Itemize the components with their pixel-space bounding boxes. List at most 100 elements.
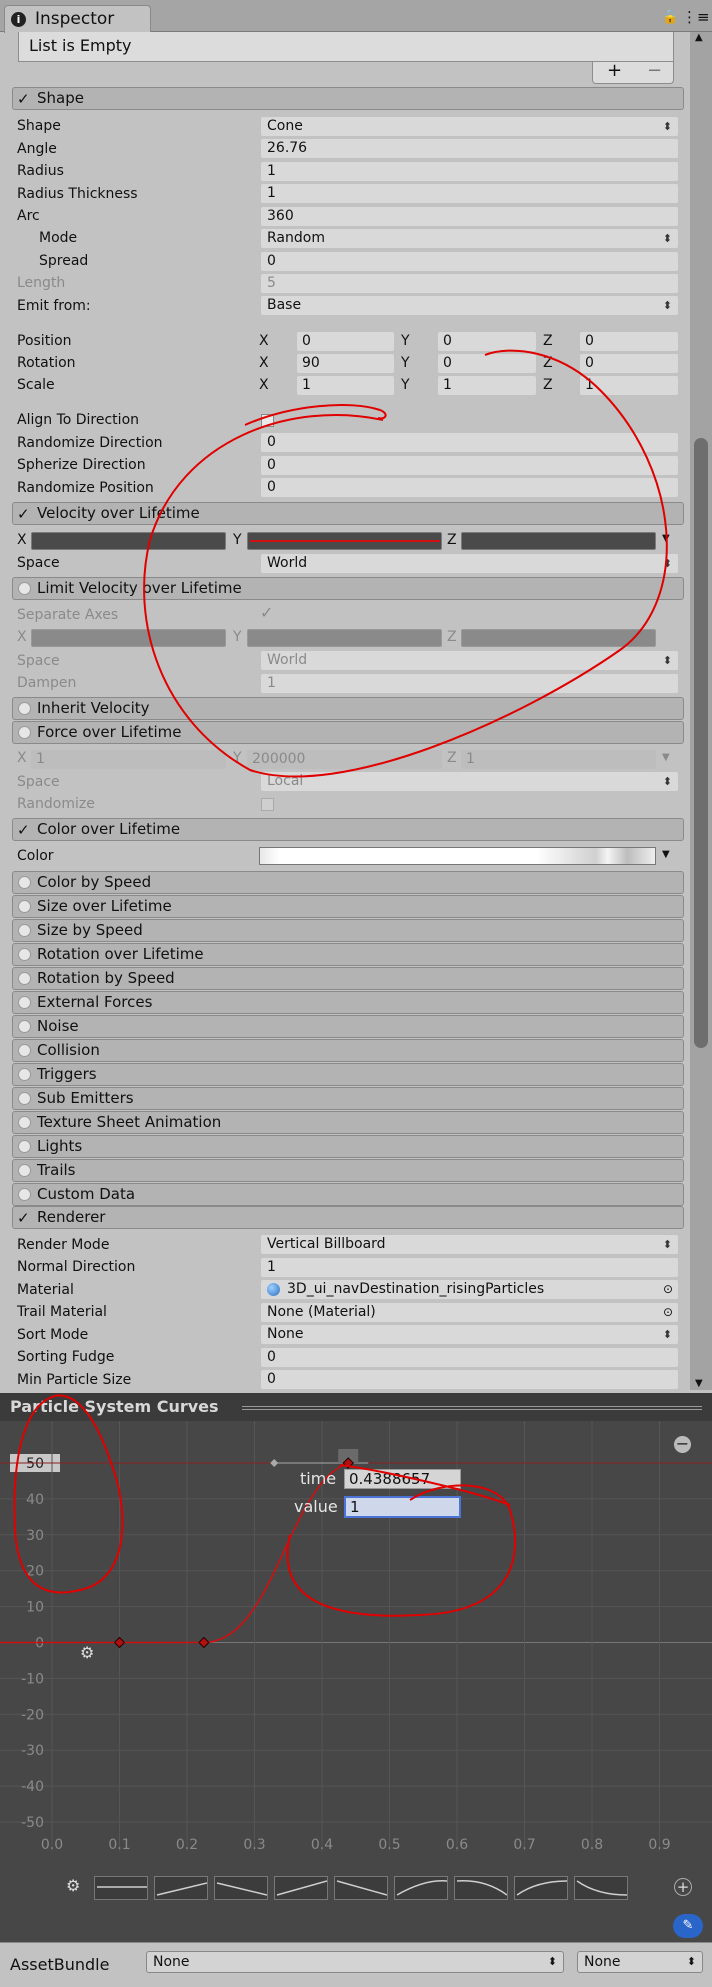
scroll-up-icon[interactable]: ▲ [695,32,703,43]
velocity-x-curve[interactable] [31,532,226,550]
check-icon[interactable]: ✓ [17,1208,30,1229]
position-z-field[interactable]: 0 [580,332,678,351]
lock-icon[interactable]: 🔒 [662,10,678,25]
color-gradient-field[interactable] [259,847,656,865]
remove-button[interactable]: − [647,62,662,80]
object-picker-icon[interactable]: ⊙ [663,1280,673,1299]
toggle-icon[interactable] [18,726,31,739]
toggle-icon[interactable] [18,1092,31,1105]
check-icon[interactable]: ✓ [17,89,30,110]
module-header-shape[interactable]: ✓ Shape [12,87,684,110]
randomize-direction-field[interactable]: 0 [261,433,678,452]
module-header[interactable]: Triggers [12,1063,684,1086]
toggle-icon[interactable] [18,702,31,715]
chevron-down-icon[interactable]: ▼ [662,849,670,860]
gear-icon[interactable]: ⚙ [80,1643,94,1662]
module-header[interactable]: External Forces [12,991,684,1014]
asset-bundle-dropdown[interactable]: None ⬍ [146,1951,564,1973]
velocity-y-curve[interactable] [247,532,442,550]
module-header-inherit-velocity[interactable]: Inherit Velocity [12,697,684,720]
rotation-z-field[interactable]: 0 [580,354,678,373]
module-header-color-over-lifetime[interactable]: ✓ Color over Lifetime [12,818,684,841]
curve-preset-button[interactable] [274,1876,328,1900]
module-header[interactable]: Size over Lifetime [12,895,684,918]
sort-mode-dropdown[interactable]: None [261,1325,678,1344]
curve-preset-button[interactable] [334,1876,388,1900]
emit-from-dropdown[interactable]: Base [261,296,678,315]
min-particle-size-field[interactable]: 0 [261,1370,678,1389]
scrollbar-thumb[interactable] [694,438,708,1048]
preset-gear-icon[interactable]: ⚙ [66,1876,80,1895]
check-icon[interactable]: ✓ [17,820,30,841]
toggle-icon[interactable] [18,1116,31,1129]
toggle-icon[interactable] [18,1188,31,1201]
curve-preset-button[interactable] [94,1876,148,1900]
mode-dropdown[interactable]: Random [261,229,678,248]
check-icon[interactable]: ✓ [17,504,30,525]
spherize-direction-field[interactable]: 0 [261,456,678,475]
module-header-velocity-over-lifetime[interactable]: ✓ Velocity over Lifetime [12,502,684,525]
material-field[interactable]: 3D_ui_navDestination_risingParticles ⊙ [261,1280,678,1299]
asset-label-icon[interactable]: ✎ [673,1914,703,1938]
velocity-space-dropdown[interactable]: World [261,554,678,573]
angle-field[interactable]: 26.76 [261,139,678,158]
toggle-icon[interactable] [18,900,31,913]
module-header[interactable]: Rotation over Lifetime [12,943,684,966]
scale-z-field[interactable]: 1 [580,376,678,395]
radius-thickness-field[interactable]: 1 [261,184,678,203]
align-to-direction-checkbox[interactable] [261,414,274,427]
curve-preset-button[interactable] [214,1876,268,1900]
module-header[interactable]: Trails [12,1159,684,1182]
curve-preset-button[interactable] [394,1876,448,1900]
add-button[interactable]: + [607,62,622,80]
asset-variant-dropdown[interactable]: None ⬍ [577,1951,703,1973]
module-header[interactable]: Size by Speed [12,919,684,942]
toggle-icon[interactable] [18,1164,31,1177]
module-header-renderer[interactable]: ✓ Renderer [12,1206,684,1229]
scale-x-field[interactable]: 1 [297,376,394,395]
toggle-icon[interactable] [18,996,31,1009]
drag-handle-lines[interactable] [242,1406,702,1410]
shape-dropdown[interactable]: Cone [261,117,678,136]
module-header[interactable]: Texture Sheet Animation [12,1111,684,1134]
position-x-field[interactable]: 0 [297,332,394,351]
module-header[interactable]: Collision [12,1039,684,1062]
module-header[interactable]: Lights [12,1135,684,1158]
spread-field[interactable]: 0 [261,252,678,271]
toggle-icon[interactable] [18,924,31,937]
module-header[interactable]: Custom Data [12,1183,684,1206]
module-header-force-over-lifetime[interactable]: Force over Lifetime [12,721,684,744]
curve-preset-button[interactable] [574,1876,628,1900]
sorting-fudge-field[interactable]: 0 [261,1348,678,1367]
scroll-down-icon[interactable]: ▼ [695,1378,703,1389]
curve-preset-button[interactable] [514,1876,568,1900]
velocity-z-curve[interactable] [461,532,656,550]
curve-preset-button[interactable] [454,1876,508,1900]
chevron-down-icon[interactable]: ▼ [662,533,670,544]
randomize-position-field[interactable]: 0 [261,478,678,497]
toggle-icon[interactable] [18,1020,31,1033]
object-picker-icon[interactable]: ⊙ [663,1303,673,1322]
time-field[interactable]: 0.4388657 [344,1469,461,1489]
value-field[interactable]: 1 [344,1496,461,1518]
render-mode-dropdown[interactable]: Vertical Billboard [261,1235,678,1254]
toggle-icon[interactable] [18,1068,31,1081]
module-header[interactable]: Sub Emitters [12,1087,684,1110]
trail-material-field[interactable]: None (Material) ⊙ [261,1303,678,1322]
rotation-y-field[interactable]: 0 [438,354,536,373]
normal-direction-field[interactable]: 1 [261,1258,678,1277]
tab-inspector[interactable]: i Inspector [4,5,151,33]
toggle-icon[interactable] [18,972,31,985]
module-header[interactable]: Color by Speed [12,871,684,894]
toggle-icon[interactable] [18,1044,31,1057]
arc-field[interactable]: 360 [261,207,678,226]
module-header[interactable]: Noise [12,1015,684,1038]
toggle-icon[interactable] [18,582,31,595]
toggle-icon[interactable] [18,948,31,961]
add-preset-icon[interactable]: + [674,1878,692,1896]
scale-y-field[interactable]: 1 [438,376,536,395]
remove-curve-icon[interactable]: − [674,1436,691,1453]
module-header[interactable]: Rotation by Speed [12,967,684,990]
curve-preset-button[interactable] [154,1876,208,1900]
toggle-icon[interactable] [18,876,31,889]
